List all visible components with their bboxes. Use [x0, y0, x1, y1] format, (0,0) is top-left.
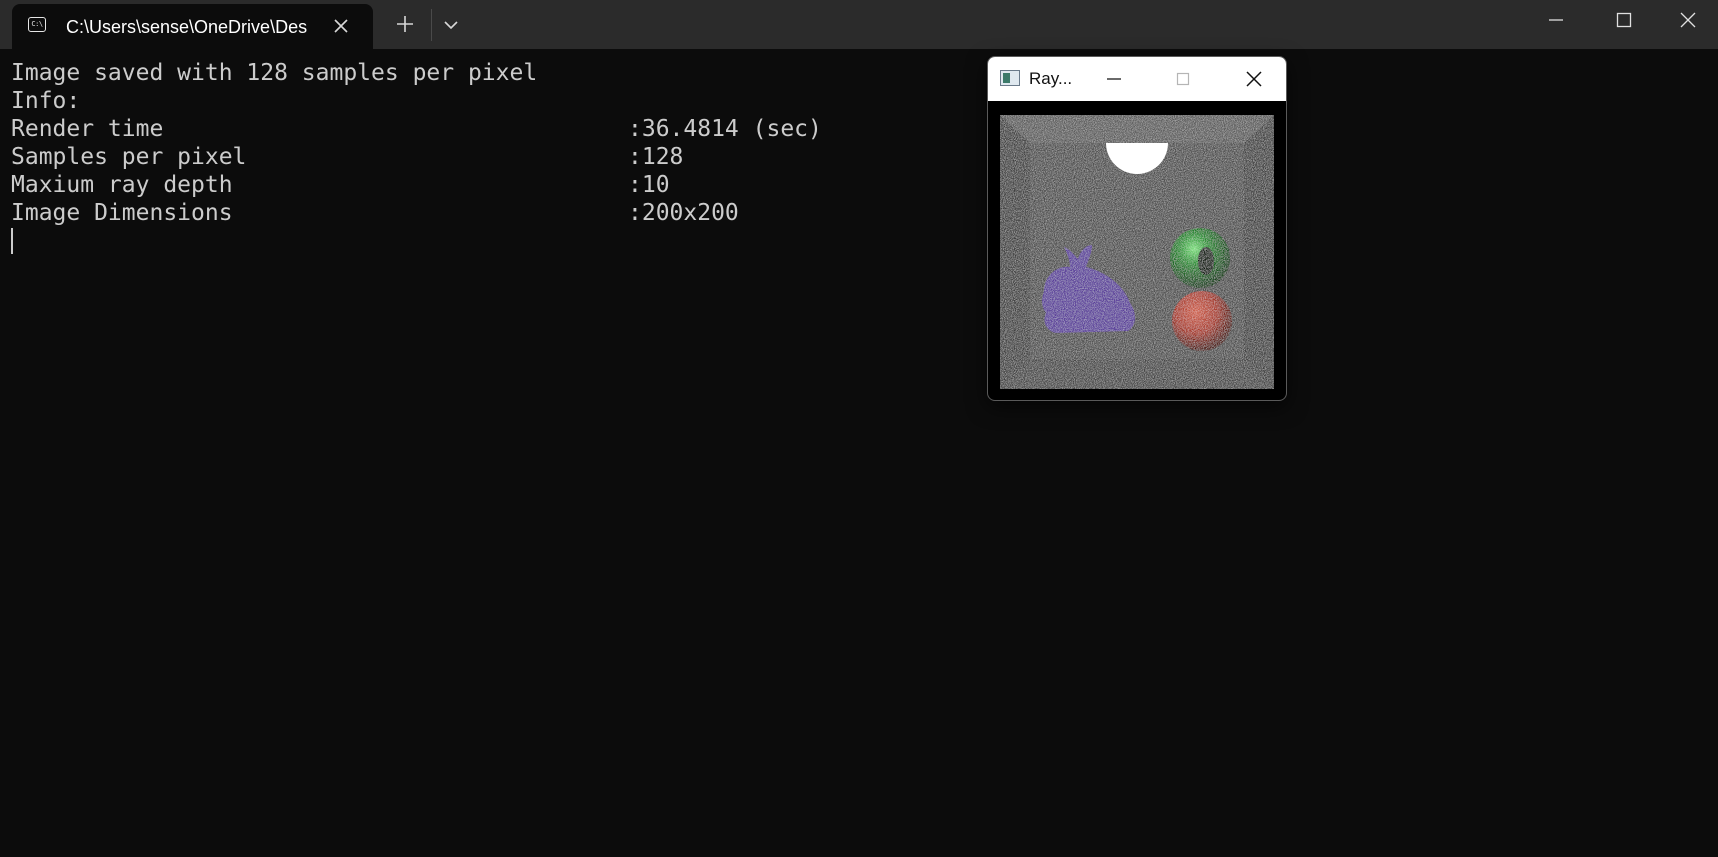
info-label: Image Dimensions	[11, 200, 233, 226]
console-line: Image saved with 128 samples per pixel	[11, 60, 538, 86]
info-value: :128	[628, 144, 684, 170]
close-button[interactable]	[1241, 67, 1267, 91]
info-row: Maxium ray depth :10	[11, 171, 891, 199]
maximize-icon	[1176, 72, 1190, 86]
minimize-button[interactable]	[1522, 0, 1590, 40]
minimize-icon	[1549, 19, 1563, 21]
tab-bar: C:\ C:\Users\sense\OneDrive\Des	[0, 0, 1718, 49]
chevron-down-icon[interactable]	[441, 15, 461, 35]
rendered-image	[1000, 115, 1274, 389]
render-window-title: Ray...	[1029, 69, 1073, 88]
text-cursor	[11, 228, 13, 254]
close-icon	[1246, 71, 1262, 87]
info-row: Image Dimensions :200x200	[11, 199, 891, 227]
info-value: :10	[628, 172, 670, 198]
maximize-button[interactable]	[1590, 0, 1658, 40]
terminal-icon: C:\	[28, 17, 46, 32]
close-button[interactable]	[1658, 0, 1718, 40]
console-line: Info:	[11, 88, 81, 114]
maximize-icon	[1616, 12, 1632, 28]
minimize-icon	[1107, 78, 1121, 80]
tab-separator	[431, 9, 432, 41]
close-icon[interactable]	[331, 16, 351, 36]
close-icon	[1680, 12, 1696, 28]
minimize-button[interactable]	[1101, 67, 1127, 91]
render-window[interactable]: Ray...	[987, 56, 1287, 401]
render-window-titlebar[interactable]: Ray...	[988, 57, 1286, 101]
plus-icon[interactable]	[394, 13, 416, 35]
info-label: Render time	[11, 116, 164, 142]
info-value: :36.4814 (sec)	[628, 116, 822, 142]
info-row: Render time :36.4814 (sec)	[11, 115, 891, 143]
info-row: Samples per pixel :128	[11, 143, 891, 171]
info-label: Samples per pixel	[11, 144, 247, 170]
maximize-button	[1170, 67, 1196, 91]
terminal-tab[interactable]: C:\ C:\Users\sense\OneDrive\Des	[12, 4, 373, 49]
tab-title: C:\Users\sense\OneDrive\Des	[66, 17, 308, 37]
info-value: :200x200	[628, 200, 739, 226]
app-icon	[1000, 70, 1020, 86]
info-label: Maxium ray depth	[11, 172, 233, 198]
console-output[interactable]: Image saved with 128 samples per pixel I…	[11, 59, 891, 254]
